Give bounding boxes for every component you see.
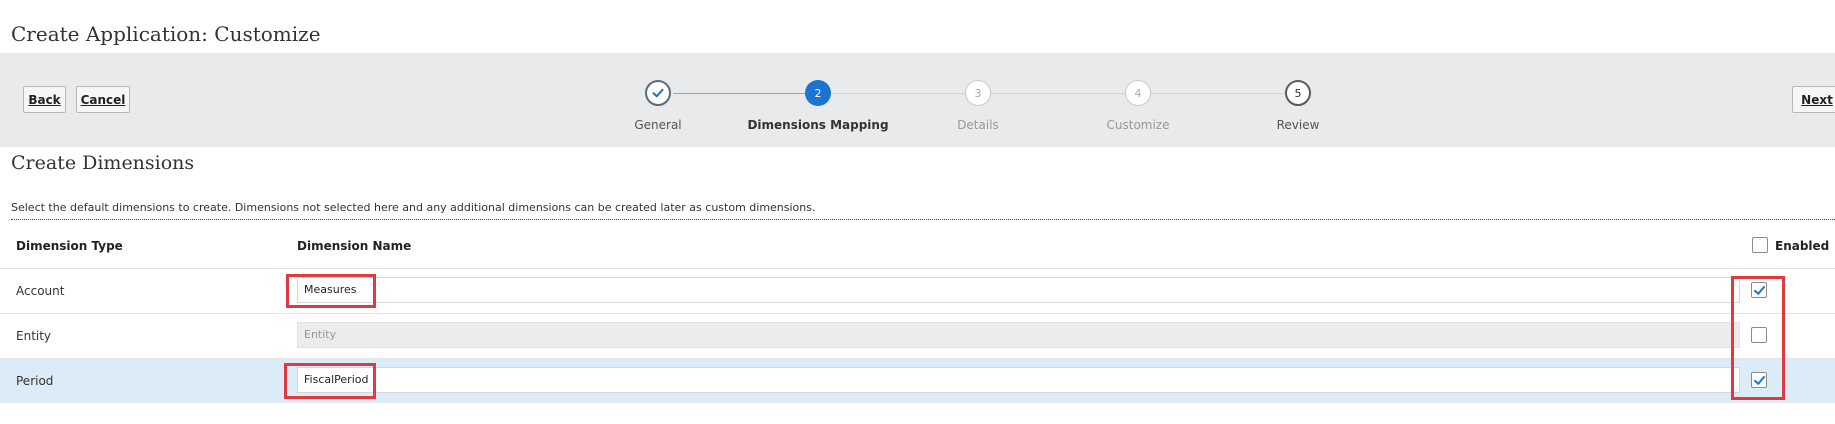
step-customize-label: Customize [1106, 118, 1170, 132]
step-connector [991, 93, 1125, 94]
checkmark-icon [1753, 375, 1765, 385]
back-button[interactable]: Back [23, 86, 66, 113]
section-description: Select the default dimensions to create.… [11, 201, 816, 214]
enabled-all-checkbox[interactable] [1752, 237, 1768, 253]
dimension-name-input: Entity [297, 322, 1740, 348]
column-header-enabled: Enabled [1775, 239, 1830, 253]
column-header-dimension-name: Dimension Name [297, 239, 412, 253]
step-connector [673, 93, 805, 94]
section-title: Create Dimensions [11, 152, 195, 174]
step-review-circle[interactable]: 5 [1285, 80, 1311, 106]
divider [11, 219, 1835, 220]
step-dimensions-mapping-circle[interactable]: 2 [805, 80, 831, 106]
page-title: Create Application: Customize [11, 22, 321, 46]
column-header-dimension-type: Dimension Type [16, 239, 123, 253]
step-connector [831, 93, 965, 94]
step-customize-circle: 4 [1125, 80, 1151, 106]
table-row: Entity Entity [0, 313, 1835, 358]
table-row: Account Measures [0, 268, 1835, 313]
checkmark-icon [652, 88, 664, 98]
step-connector [1151, 93, 1287, 94]
dimension-type-cell: Entity [16, 329, 52, 343]
wizard-train-bar [0, 53, 1835, 147]
cancel-button[interactable]: Cancel [76, 86, 130, 113]
step-general-label[interactable]: General [578, 118, 738, 132]
table-row: Period FiscalPeriod [0, 358, 1835, 403]
step-details-circle: 3 [965, 80, 991, 106]
enabled-checkbox[interactable] [1751, 372, 1767, 388]
step-details-label: Details [957, 118, 999, 132]
dimension-name-input[interactable]: FiscalPeriod [297, 367, 1740, 393]
dimension-name-input[interactable]: Measures [297, 277, 1740, 303]
step-general-circle[interactable] [645, 80, 671, 106]
enabled-checkbox[interactable] [1751, 282, 1767, 298]
dimension-type-cell: Period [16, 374, 54, 388]
enabled-checkbox[interactable] [1751, 327, 1767, 343]
step-dimensions-mapping-label[interactable]: Dimensions Mapping [738, 118, 898, 132]
checkmark-icon [1753, 285, 1765, 295]
step-review-label[interactable]: Review [1218, 118, 1378, 132]
dimension-type-cell: Account [16, 284, 65, 298]
next-button[interactable]: Next [1792, 86, 1835, 113]
